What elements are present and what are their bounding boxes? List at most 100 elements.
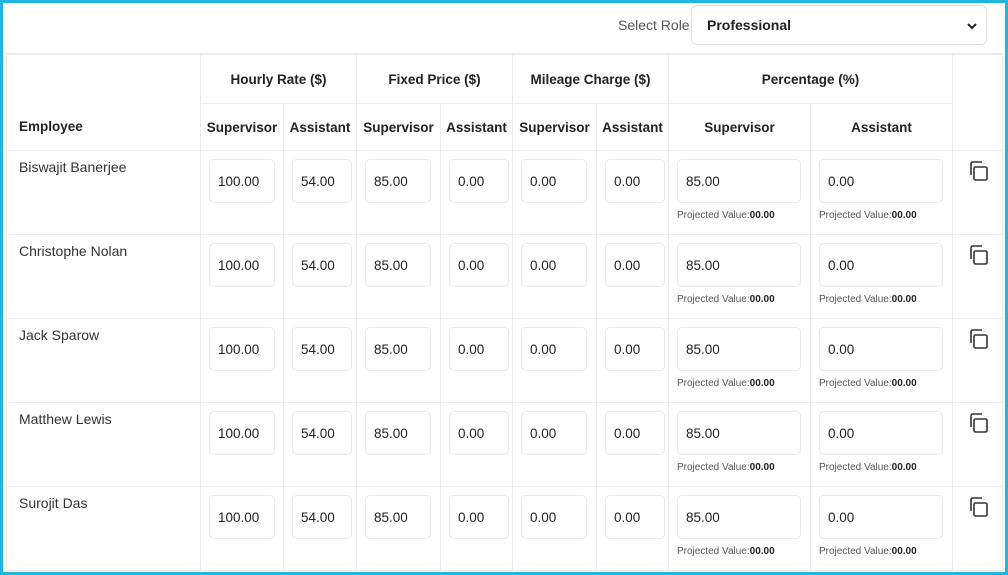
fixed-supervisor-input[interactable]: 85.00: [365, 495, 431, 539]
percentage-assistant-input[interactable]: 0.00: [819, 159, 943, 203]
copy-icon[interactable]: [967, 496, 989, 523]
projected-value: Projected Value:00.00: [677, 210, 810, 221]
mileage-supervisor-input[interactable]: 0.00: [521, 495, 587, 539]
hourly-assistant-input[interactable]: 54.00: [292, 495, 352, 539]
hourly-assistant-input[interactable]: 54.00: [292, 327, 352, 371]
percentage-supervisor-input[interactable]: 85.00: [677, 327, 801, 371]
hourly-supervisor-input[interactable]: 100.00: [209, 411, 275, 455]
fixed-assistant-input[interactable]: 0.00: [449, 327, 509, 371]
projected-value-amount: 00.00: [749, 378, 775, 389]
employee-rows: Biswajit Banerjee 100.00 54.00 85.00 0.0…: [6, 150, 1003, 571]
projected-value: Projected Value:00.00: [819, 378, 952, 389]
chevron-down-icon: [966, 19, 978, 37]
table-row: Christophe Nolan 100.00 54.00 85.00 0.00…: [6, 234, 1003, 319]
projected-value: Projected Value:00.00: [819, 294, 952, 305]
projected-value-label: Projected Value:: [677, 546, 750, 557]
projected-value-amount: 00.00: [891, 294, 917, 305]
projected-value-label: Projected Value:: [819, 378, 892, 389]
fixed-assistant-input[interactable]: 0.00: [449, 495, 509, 539]
hourly-supervisor-header: Supervisor: [200, 103, 284, 151]
projected-value-label: Projected Value:: [677, 210, 750, 221]
copy-icon[interactable]: [967, 160, 989, 187]
projected-value-amount: 00.00: [891, 462, 917, 473]
percentage-supervisor-input[interactable]: 85.00: [677, 159, 801, 203]
projected-value-amount: 00.00: [749, 546, 775, 557]
projected-value-label: Projected Value:: [677, 294, 750, 305]
percentage-supervisor-header: Supervisor: [668, 103, 811, 151]
fixed-assistant-input[interactable]: 0.00: [449, 243, 509, 287]
copy-icon[interactable]: [967, 328, 989, 355]
fixed-supervisor-input[interactable]: 85.00: [365, 411, 431, 455]
mileage-supervisor-input[interactable]: 0.00: [521, 327, 587, 371]
mileage-assistant-input[interactable]: 0.00: [605, 243, 665, 287]
percentage-group-header: Percentage (%): [668, 54, 953, 104]
rate-settings-panel: Select Role Professional Employee Hourly…: [0, 0, 1008, 575]
employee-name: Biswajit Banerjee: [19, 159, 127, 175]
projected-value-amount: 00.00: [749, 210, 775, 221]
hourly-rate-group-header: Hourly Rate ($): [200, 54, 357, 104]
hourly-assistant-input[interactable]: 54.00: [292, 159, 352, 203]
employee-column-header: Employee: [6, 54, 201, 151]
hourly-supervisor-input[interactable]: 100.00: [209, 495, 275, 539]
percentage-assistant-input[interactable]: 0.00: [819, 327, 943, 371]
fixed-supervisor-input[interactable]: 85.00: [365, 243, 431, 287]
hourly-supervisor-input[interactable]: 100.00: [209, 327, 275, 371]
hourly-supervisor-input[interactable]: 100.00: [209, 243, 275, 287]
mileage-assistant-header: Assistant: [596, 103, 669, 151]
projected-value-label: Projected Value:: [819, 462, 892, 473]
projected-value-label: Projected Value:: [677, 462, 750, 473]
projected-value-amount: 00.00: [749, 294, 775, 305]
employee-name: Matthew Lewis: [19, 411, 112, 427]
table-row: Jack Sparow 100.00 54.00 85.00 0.00 0.00…: [6, 318, 1003, 403]
role-select[interactable]: Professional: [691, 5, 987, 45]
hourly-assistant-header: Assistant: [283, 103, 357, 151]
role-select-value: Professional: [707, 17, 792, 33]
mileage-assistant-input[interactable]: 0.00: [605, 495, 665, 539]
mileage-assistant-input[interactable]: 0.00: [605, 159, 665, 203]
projected-value-label: Projected Value:: [819, 546, 892, 557]
employee-rates-table: Employee Hourly Rate ($) Fixed Price ($)…: [6, 54, 1003, 571]
mileage-supervisor-input[interactable]: 0.00: [521, 411, 587, 455]
projected-value: Projected Value:00.00: [677, 378, 810, 389]
fixed-supervisor-input[interactable]: 85.00: [365, 327, 431, 371]
projected-value-label: Projected Value:: [819, 294, 892, 305]
mileage-assistant-input[interactable]: 0.00: [605, 327, 665, 371]
projected-value-amount: 00.00: [891, 546, 917, 557]
hourly-assistant-input[interactable]: 54.00: [292, 411, 352, 455]
select-role-label: Select Role: [618, 17, 690, 33]
table-row: Biswajit Banerjee 100.00 54.00 85.00 0.0…: [6, 150, 1003, 235]
projected-value: Projected Value:00.00: [677, 294, 810, 305]
projected-value: Projected Value:00.00: [819, 210, 952, 221]
percentage-assistant-input[interactable]: 0.00: [819, 495, 943, 539]
employee-name: Christophe Nolan: [19, 243, 128, 259]
percentage-supervisor-input[interactable]: 85.00: [677, 495, 801, 539]
mileage-assistant-input[interactable]: 0.00: [605, 411, 665, 455]
percentage-assistant-input[interactable]: 0.00: [819, 411, 943, 455]
projected-value-amount: 00.00: [891, 210, 917, 221]
mileage-charge-group-header: Mileage Charge ($): [512, 54, 669, 104]
projected-value: Projected Value:00.00: [677, 462, 810, 473]
role-toolbar: Select Role Professional: [6, 3, 1002, 54]
copy-icon[interactable]: [967, 412, 989, 439]
projected-value-amount: 00.00: [749, 462, 775, 473]
projected-value: Projected Value:00.00: [819, 546, 952, 557]
projected-value-label: Projected Value:: [677, 378, 750, 389]
table-row: Surojit Das 100.00 54.00 85.00 0.00 0.00…: [6, 486, 1003, 571]
percentage-assistant-header: Assistant: [810, 103, 953, 151]
copy-icon[interactable]: [967, 244, 989, 271]
fixed-supervisor-input[interactable]: 85.00: [365, 159, 431, 203]
projected-value-label: Projected Value:: [819, 210, 892, 221]
mileage-supervisor-input[interactable]: 0.00: [521, 159, 587, 203]
mileage-supervisor-header: Supervisor: [512, 103, 597, 151]
percentage-supervisor-input[interactable]: 85.00: [677, 243, 801, 287]
employee-name: Jack Sparow: [19, 327, 100, 343]
percentage-supervisor-input[interactable]: 85.00: [677, 411, 801, 455]
mileage-supervisor-input[interactable]: 0.00: [521, 243, 587, 287]
table-row: Matthew Lewis 100.00 54.00 85.00 0.00 0.…: [6, 402, 1003, 487]
hourly-supervisor-input[interactable]: 100.00: [209, 159, 275, 203]
fixed-supervisor-header: Supervisor: [356, 103, 441, 151]
percentage-assistant-input[interactable]: 0.00: [819, 243, 943, 287]
fixed-assistant-input[interactable]: 0.00: [449, 411, 509, 455]
hourly-assistant-input[interactable]: 54.00: [292, 243, 352, 287]
fixed-assistant-input[interactable]: 0.00: [449, 159, 509, 203]
